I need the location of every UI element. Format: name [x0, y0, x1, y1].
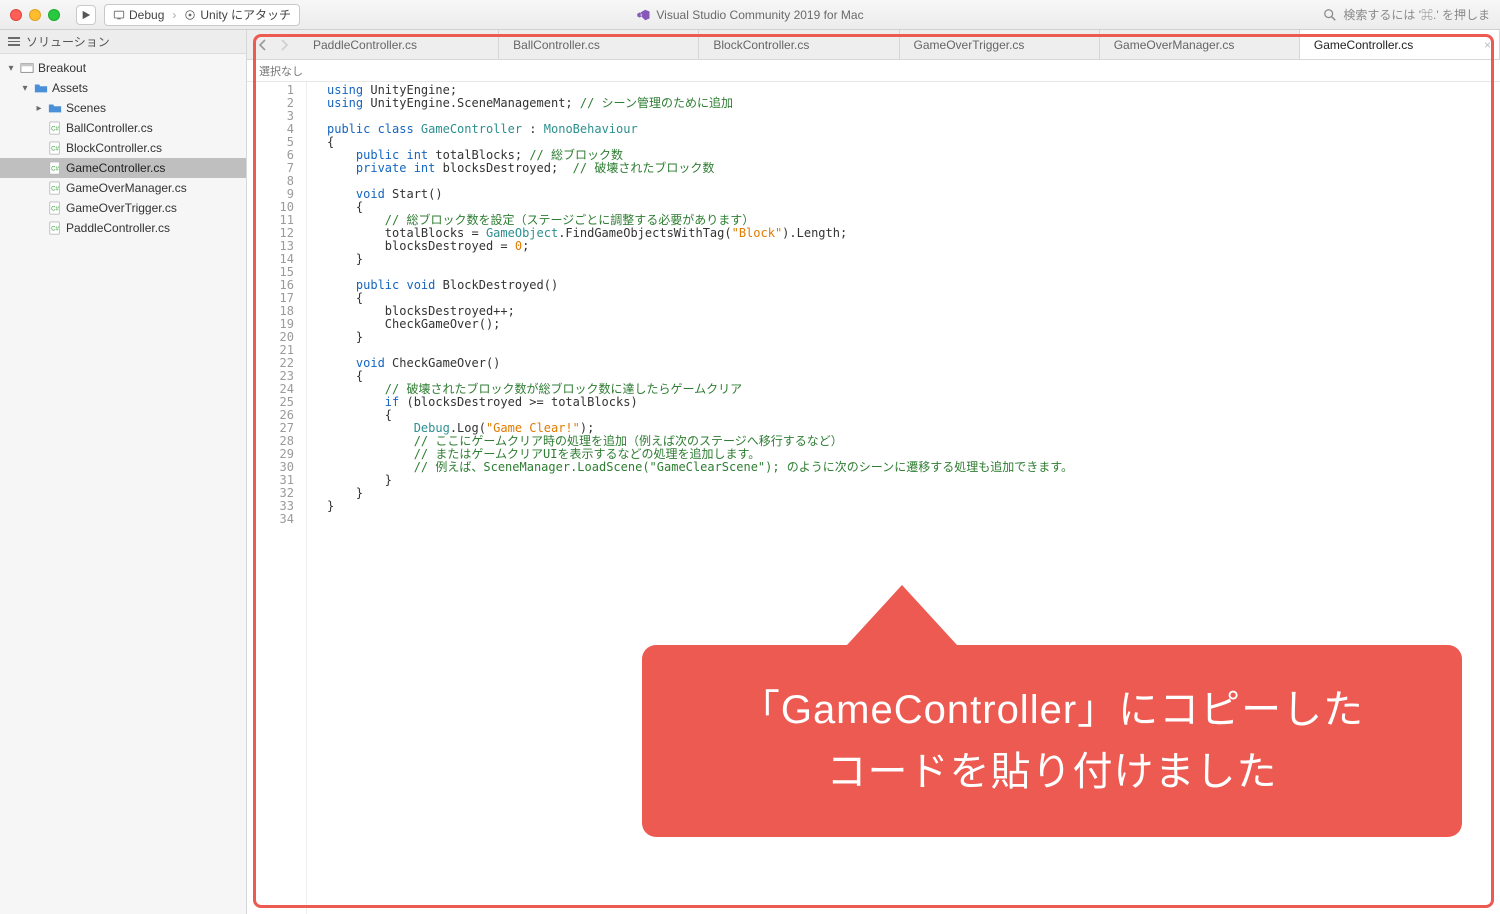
editor-tab-label: GameController.cs — [1314, 38, 1413, 52]
tree-file-item[interactable]: C# PaddleController.cs — [0, 218, 246, 238]
editor-tab[interactable]: BlockController.cs — [699, 30, 899, 59]
attach-target-label: Unity にアタッチ — [200, 6, 291, 23]
editor-tab-label: BlockController.cs — [713, 38, 809, 52]
annotation-line2: コードを貼り付けました — [672, 741, 1432, 803]
solution-pane-title: ソリューション — [26, 33, 110, 50]
svg-text:C#: C# — [51, 146, 59, 153]
instructional-annotation: 「GameController」にコピーした コードを貼り付けました — [642, 585, 1462, 837]
play-icon — [81, 10, 91, 20]
tree-file-label: BallController.cs — [66, 121, 153, 135]
device-icon — [113, 9, 125, 21]
minimize-window-button[interactable] — [29, 9, 41, 21]
close-tab-button[interactable]: × — [1484, 38, 1491, 52]
csharp-file-icon: C# — [48, 141, 62, 156]
list-icon — [8, 37, 20, 46]
svg-text:C#: C# — [51, 126, 59, 133]
maximize-window-button[interactable] — [48, 9, 60, 21]
editor-tab-strip: PaddleController.cs BallController.cs Bloc… — [247, 30, 1500, 60]
solution-pane-header[interactable]: ソリューション — [0, 30, 246, 54]
editor-breadcrumb[interactable]: 選択なし — [247, 60, 1500, 82]
chevron-right-icon — [280, 39, 289, 51]
editor-tab[interactable]: PaddleController.cs — [299, 30, 499, 59]
search-placeholder: 検索するには '⌘.' を押しま — [1343, 6, 1490, 23]
svg-text:C#: C# — [51, 186, 59, 193]
editor-tab-label: GameOverManager.cs — [1114, 38, 1235, 52]
search-icon — [1323, 8, 1337, 22]
editor-tab[interactable]: GameController.cs × — [1300, 30, 1500, 59]
line-number-gutter: 1234567891011121314151617181920212223242… — [247, 82, 307, 914]
debug-config-label: Debug — [129, 8, 164, 22]
editor-tab[interactable]: BallController.cs — [499, 30, 699, 59]
folder-icon — [34, 81, 48, 96]
tree-scenes-folder[interactable]: ▸ Scenes — [0, 98, 246, 118]
toolbar: Debug › Unity にアタッチ Visual Studio Commun… — [0, 0, 1500, 30]
annotation-pointer-icon — [847, 585, 957, 645]
svg-text:C#: C# — [51, 166, 59, 173]
run-button[interactable] — [76, 5, 96, 25]
tree-file-item[interactable]: C# BlockController.cs — [0, 138, 246, 158]
csharp-file-icon: C# — [48, 121, 62, 136]
csharp-file-icon: C# — [48, 201, 62, 216]
window-title: Visual Studio Community 2019 for Mac — [636, 8, 863, 22]
tree-file-item[interactable]: C# GameController.cs — [0, 158, 246, 178]
forward-button[interactable] — [273, 34, 295, 56]
editor-tab-label: GameOverTrigger.cs — [914, 38, 1025, 52]
csharp-file-icon: C# — [48, 181, 62, 196]
csharp-file-icon: C# — [48, 221, 62, 236]
visual-studio-icon — [636, 8, 650, 22]
editor-area: PaddleController.cs BallController.cs Bloc… — [247, 30, 1500, 914]
tree-file-label: PaddleController.cs — [66, 221, 170, 235]
tree-scenes-label: Scenes — [66, 101, 106, 115]
annotation-line1: 「GameController」にコピーした — [672, 679, 1432, 741]
svg-text:C#: C# — [51, 206, 59, 213]
tree-assets-folder[interactable]: ▾ Assets — [0, 78, 246, 98]
window-controls — [10, 9, 60, 21]
tree-file-label: BlockController.cs — [66, 141, 162, 155]
tree-file-label: GameOverTrigger.cs — [66, 201, 177, 215]
chevron-left-icon — [258, 39, 267, 51]
run-configuration-selector[interactable]: Debug › Unity にアタッチ — [104, 4, 300, 26]
tree-file-label: GameOverManager.cs — [66, 181, 187, 195]
back-button[interactable] — [251, 34, 273, 56]
tree-assets-label: Assets — [52, 81, 88, 95]
solution-sidebar: ソリューション ▾ Breakout ▾ Assets ▸ — [0, 30, 247, 914]
csharp-file-icon: C# — [48, 161, 62, 176]
twisty-right-icon[interactable]: ▸ — [34, 103, 44, 114]
editor-tab[interactable]: GameOverTrigger.cs — [900, 30, 1100, 59]
editor-tab-label: PaddleController.cs — [313, 38, 417, 52]
tree-file-item[interactable]: C# GameOverManager.cs — [0, 178, 246, 198]
global-search[interactable]: 検索するには '⌘.' を押しま — [1323, 6, 1490, 23]
editor-tab-label: BallController.cs — [513, 38, 600, 52]
tree-file-item[interactable]: C# GameOverTrigger.cs — [0, 198, 246, 218]
folder-icon — [48, 101, 62, 116]
tree-root-label: Breakout — [38, 61, 86, 75]
tab-history-nav — [247, 30, 299, 59]
twisty-down-icon[interactable]: ▾ — [20, 83, 30, 94]
target-icon — [184, 9, 196, 21]
editor-tab[interactable]: GameOverManager.cs — [1100, 30, 1300, 59]
annotation-text-box: 「GameController」にコピーした コードを貼り付けました — [642, 645, 1462, 837]
solution-icon — [20, 61, 34, 76]
tree-root[interactable]: ▾ Breakout — [0, 58, 246, 78]
chevron-right-icon: › — [172, 8, 176, 22]
tree-file-item[interactable]: C# BallController.cs — [0, 118, 246, 138]
solution-tree: ▾ Breakout ▾ Assets ▸ Scenes — [0, 54, 246, 242]
tree-file-label: GameController.cs — [66, 161, 165, 175]
svg-text:C#: C# — [51, 226, 59, 233]
twisty-down-icon[interactable]: ▾ — [6, 63, 16, 74]
close-window-button[interactable] — [10, 9, 22, 21]
